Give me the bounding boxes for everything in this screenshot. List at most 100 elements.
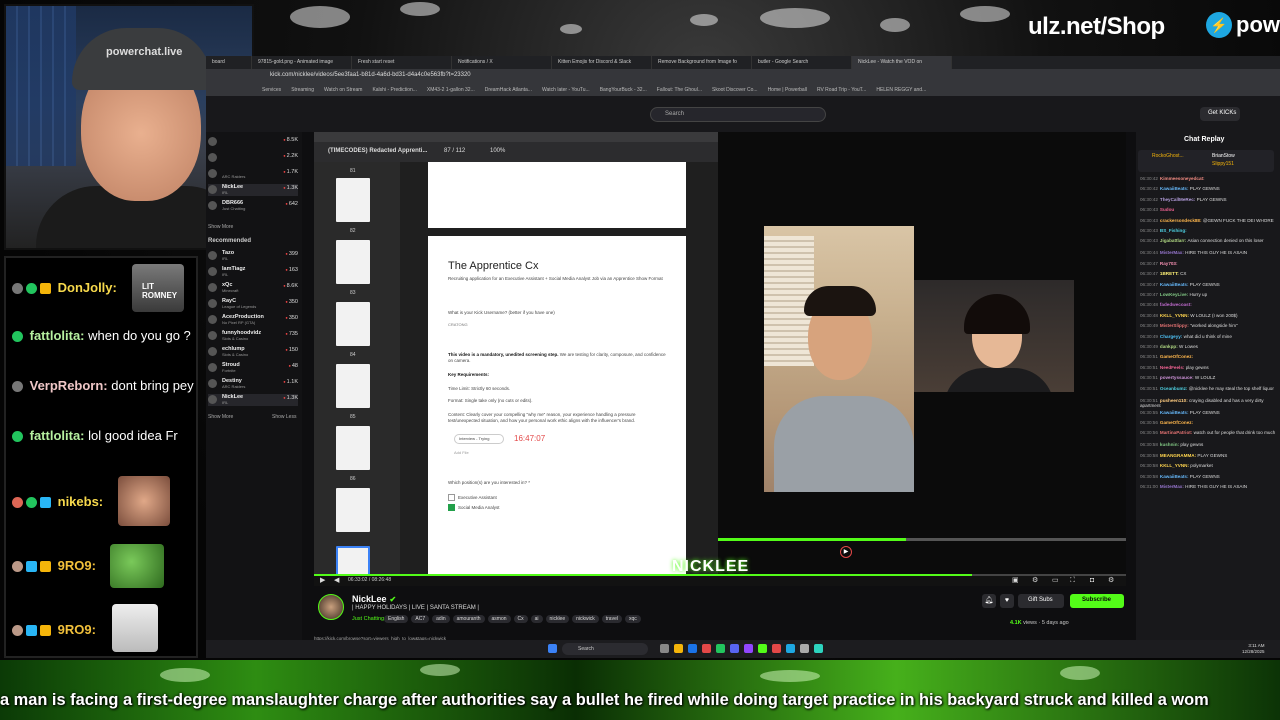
bookmark[interactable]: HELEN REGGY and...: [876, 87, 926, 93]
bookmark[interactable]: Services: [262, 87, 281, 93]
message-username[interactable]: GameOfConez:: [1160, 420, 1193, 425]
message-username[interactable]: KKLL_YVNN:: [1160, 313, 1189, 318]
kick-icon[interactable]: [758, 644, 767, 653]
tag[interactable]: English: [384, 615, 409, 623]
browser-tab-active[interactable]: NickLee - Watch the VOD on: [852, 56, 952, 69]
tag[interactable]: nickwick: [572, 615, 599, 623]
browser-tab[interactable]: Fresh start reset: [352, 56, 452, 69]
channel-name[interactable]: NickLee ✔: [352, 594, 396, 604]
gift-subs-button[interactable]: Gift Subs: [1018, 594, 1064, 608]
add-file-button[interactable]: Add File: [454, 450, 674, 456]
message-username[interactable]: KawaiiBeats:: [1160, 474, 1189, 479]
bookmark[interactable]: Fallout: The Ghoul...: [657, 87, 702, 93]
store-icon[interactable]: [688, 644, 697, 653]
tag[interactable]: AC7: [411, 615, 430, 623]
file-chip[interactable]: Interview - Trying: [454, 434, 504, 444]
twitch-icon[interactable]: [744, 644, 753, 653]
app-icon[interactable]: [814, 644, 823, 653]
tag[interactable]: travel: [601, 615, 622, 623]
sidebar-channel[interactable]: funnyhoodvidzSlots & Casino735: [208, 330, 298, 342]
discord-icon[interactable]: [730, 644, 739, 653]
show-more-link[interactable]: Show More: [208, 414, 233, 420]
browser-tab[interactable]: Remove Background from Image fo: [652, 56, 752, 69]
message-username[interactable]: pusheen110:: [1160, 398, 1188, 403]
show-more-link[interactable]: Show More: [208, 224, 233, 230]
pip-icon[interactable]: ◘: [1090, 577, 1098, 584]
brave-icon[interactable]: [702, 644, 711, 653]
bookmark[interactable]: XM43-2 1-gallon 32...: [427, 87, 475, 93]
sidebar-channel[interactable]: IamTiagzIRL163: [208, 266, 298, 278]
sidebar-channel[interactable]: RayCLeague of Legends350: [208, 298, 298, 310]
sidebar-channel[interactable]: echlumpSlots & Casino150: [208, 346, 298, 358]
browser-tab[interactable]: 97815-gold.png - Animated image: [252, 56, 352, 69]
browser-tab[interactable]: Notifications / X: [452, 56, 552, 69]
message-username[interactable]: Chargeyy:: [1160, 334, 1182, 339]
tag[interactable]: ai: [530, 615, 543, 623]
bookmark[interactable]: Home | Powerball: [768, 87, 807, 93]
message-username[interactable]: NeedFeels:: [1160, 365, 1185, 370]
bookmark[interactable]: Kalshi - Prediction...: [372, 87, 416, 93]
message-username[interactable]: LowKeyLive:: [1160, 292, 1188, 297]
message-username[interactable]: KawaiiBeats:: [1160, 186, 1189, 191]
bookmark[interactable]: Watch later - YouTu...: [542, 87, 590, 93]
tag[interactable]: amouranth: [452, 615, 485, 623]
page-thumbnail[interactable]: [336, 240, 370, 284]
page-thumbnail[interactable]: [336, 488, 370, 532]
message-username[interactable]: KawaiiBeats:: [1160, 410, 1189, 415]
message-username[interactable]: dankpp:: [1160, 344, 1178, 349]
message-username[interactable]: crackersondeck88:: [1160, 218, 1202, 223]
message-username[interactable]: MisterMax:: [1160, 484, 1184, 489]
fullscreen-icon[interactable]: ⛶: [1070, 577, 1078, 584]
windows-start-icon[interactable]: [548, 644, 557, 653]
sidebar-channel[interactable]: xQcMinecraft8.6K: [208, 282, 298, 294]
sidebar-channel[interactable]: AcezProductionNo Pixel RP (GTA)350: [208, 314, 298, 326]
browser-tab[interactable]: butler - Google Search: [752, 56, 852, 69]
file-explorer-icon[interactable]: [674, 644, 683, 653]
sidebar-channel[interactable]: DestinyARC Raiders1.1K: [208, 378, 298, 390]
volume-icon[interactable]: ◀: [334, 577, 342, 584]
message-username[interactable]: MartinaPatriot:: [1160, 430, 1192, 435]
checkbox-social-media-analyst[interactable]: [448, 504, 455, 511]
bookmark[interactable]: Skoot Discover Co...: [712, 87, 758, 93]
message-username[interactable]: Sudou: [1160, 207, 1174, 212]
message-username[interactable]: 1BRETT:: [1160, 271, 1179, 276]
tag[interactable]: nicklee: [545, 615, 570, 623]
get-kicks-button[interactable]: Get KICKs: [1200, 107, 1240, 121]
message-username[interactable]: kushnin:: [1160, 442, 1179, 447]
follow-heart-icon[interactable]: ♥: [1000, 594, 1014, 608]
message-username[interactable]: KKLL_YVNN:: [1160, 463, 1189, 468]
sidebar-channel[interactable]: TazoIRL399: [208, 250, 298, 262]
more-icon[interactable]: ⚙: [1108, 577, 1116, 584]
inner-video-scrubber[interactable]: [718, 538, 1126, 541]
page-thumbnail[interactable]: [336, 426, 370, 470]
message-username[interactable]: TheyCallMeRec:: [1160, 197, 1196, 202]
message-username[interactable]: Kimmeesoneyedcat:: [1160, 176, 1205, 181]
clip-icon[interactable]: ▣: [1012, 577, 1020, 584]
sidebar-channel[interactable]: StroudFortnite48: [208, 362, 298, 374]
message-username[interactable]: BS_Fishing:: [1160, 228, 1187, 233]
bookmark[interactable]: Streaming: [291, 87, 314, 93]
message-username[interactable]: MEANGRAMMA:: [1160, 453, 1196, 458]
tag[interactable]: adin: [432, 615, 450, 623]
page-thumbnail[interactable]: [336, 364, 370, 408]
obs-icon[interactable]: [772, 644, 781, 653]
settings-icon[interactable]: ⚙: [1032, 577, 1040, 584]
browser-tab[interactable]: board: [206, 56, 252, 69]
player-scrubber[interactable]: [314, 574, 1126, 576]
video-player[interactable]: (TIMECODES) Redacted Apprenti... 87 / 11…: [314, 132, 1126, 590]
message-username[interactable]: povertyssauce:: [1160, 375, 1194, 380]
powerchat-icon[interactable]: [786, 644, 795, 653]
stream-category[interactable]: Just Chatting: [352, 616, 384, 622]
message-username[interactable]: Jigabattlarr:: [1160, 238, 1187, 243]
bookmark[interactable]: BangYourBuck - 32...: [600, 87, 647, 93]
taskbar-search[interactable]: Search: [562, 643, 648, 655]
address-url[interactable]: kick.com/nicklee/videos/5ee3faa1-b81d-4a…: [270, 72, 471, 78]
checkbox-executive-assistant[interactable]: [448, 494, 455, 501]
channel-avatar[interactable]: [318, 594, 344, 620]
kick-search-input[interactable]: Search: [650, 107, 826, 122]
tag[interactable]: asmon: [487, 615, 511, 623]
message-username[interactable]: Ray703:: [1160, 261, 1178, 266]
spotify-icon[interactable]: [716, 644, 725, 653]
browser-tab[interactable]: Kitten Emojis for Discord & Slack: [552, 56, 652, 69]
play-pause-icon[interactable]: ▶: [320, 577, 328, 584]
